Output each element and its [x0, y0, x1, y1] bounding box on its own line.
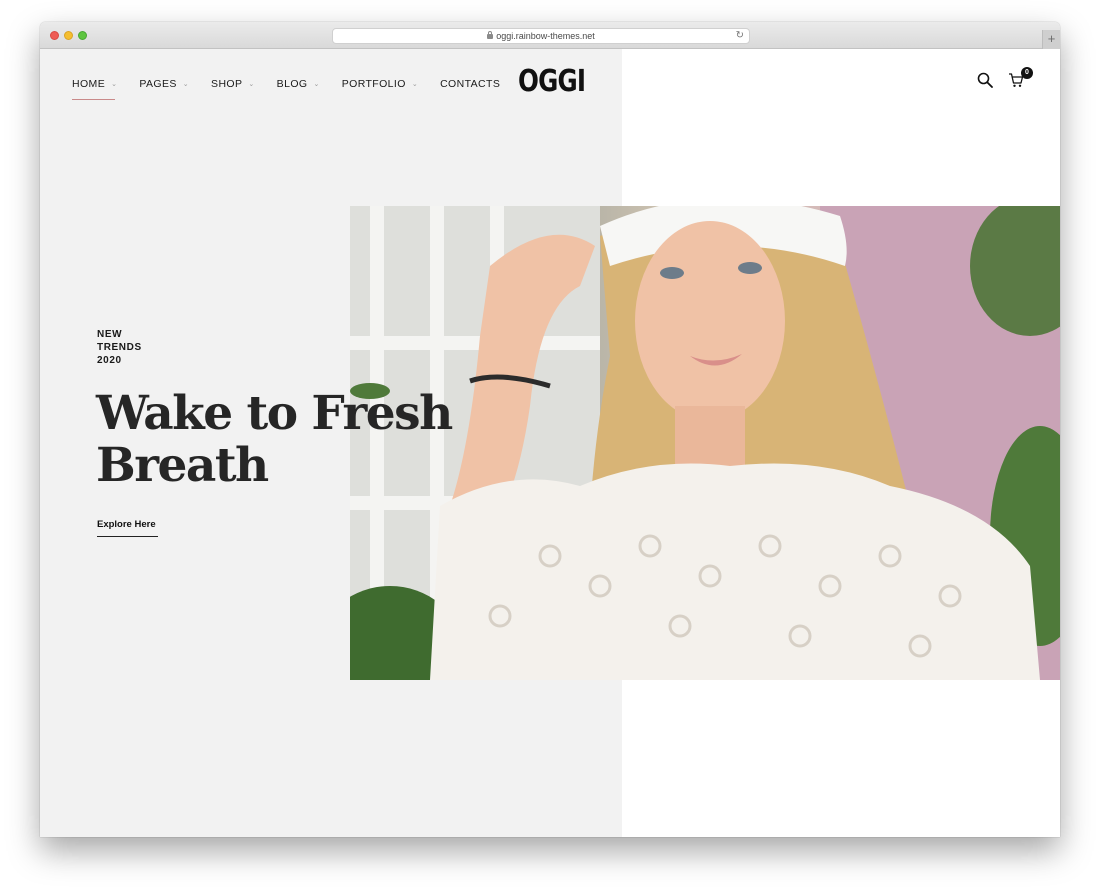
search-icon[interactable] — [977, 72, 993, 88]
close-window-button[interactable] — [50, 31, 59, 40]
reload-icon[interactable]: ↻ — [736, 29, 744, 43]
hero-eyebrow: NEW TRENDS 2020 — [97, 329, 142, 366]
new-tab-button[interactable]: + — [1042, 30, 1060, 49]
chevron-down-icon: ⌄ — [182, 81, 190, 88]
cart-count-badge: 0 — [1021, 67, 1033, 79]
nav-item-label: SHOP — [211, 78, 243, 90]
chevron-down-icon: ⌄ — [111, 81, 118, 88]
chevron-down-icon: ⌄ — [248, 81, 255, 88]
minimize-window-button[interactable] — [64, 31, 73, 40]
hero-headline: Wake to Fresh Breath — [96, 386, 453, 493]
site-logo[interactable]: OGGI — [518, 64, 586, 99]
nav-item-shop[interactable]: SHOP ⌄ — [211, 76, 255, 92]
nav-item-blog[interactable]: BLOG ⌄ — [277, 76, 320, 92]
browser-window: oggi.rainbow-themes.net ↻ + HOME ⌄ PAGES… — [40, 22, 1060, 837]
nav-item-pages[interactable]: PAGES ⌄ — [139, 76, 189, 92]
lock-icon — [487, 31, 494, 39]
page: HOME ⌄ PAGES ⌄ SHOP ⌄ BLOG ⌄ PORTFOLIO ⌄… — [40, 49, 1060, 837]
nav-item-home[interactable]: HOME ⌄ — [72, 76, 118, 100]
nav-item-label: HOME — [72, 78, 106, 90]
nav-item-contacts[interactable]: CONTACTS — [440, 76, 500, 92]
chevron-down-icon: ⌄ — [411, 81, 419, 88]
browser-titlebar: oggi.rainbow-themes.net ↻ + — [40, 22, 1060, 49]
chevron-down-icon: ⌄ — [313, 81, 320, 88]
nav-item-label: PAGES — [139, 78, 177, 90]
maximize-window-button[interactable] — [78, 31, 87, 40]
nav-item-label: PORTFOLIO — [341, 78, 406, 90]
nav-item-label: BLOG — [276, 78, 308, 90]
address-bar-url: oggi.rainbow-themes.net — [496, 31, 595, 41]
address-bar[interactable]: oggi.rainbow-themes.net ↻ — [332, 28, 750, 44]
explore-here-link[interactable]: Explore Here — [97, 519, 158, 537]
nav-item-label: CONTACTS — [440, 78, 501, 90]
nav-item-portfolio[interactable]: PORTFOLIO ⌄ — [342, 76, 418, 92]
main-nav: HOME ⌄ PAGES ⌄ SHOP ⌄ BLOG ⌄ PORTFOLIO ⌄… — [72, 76, 522, 100]
